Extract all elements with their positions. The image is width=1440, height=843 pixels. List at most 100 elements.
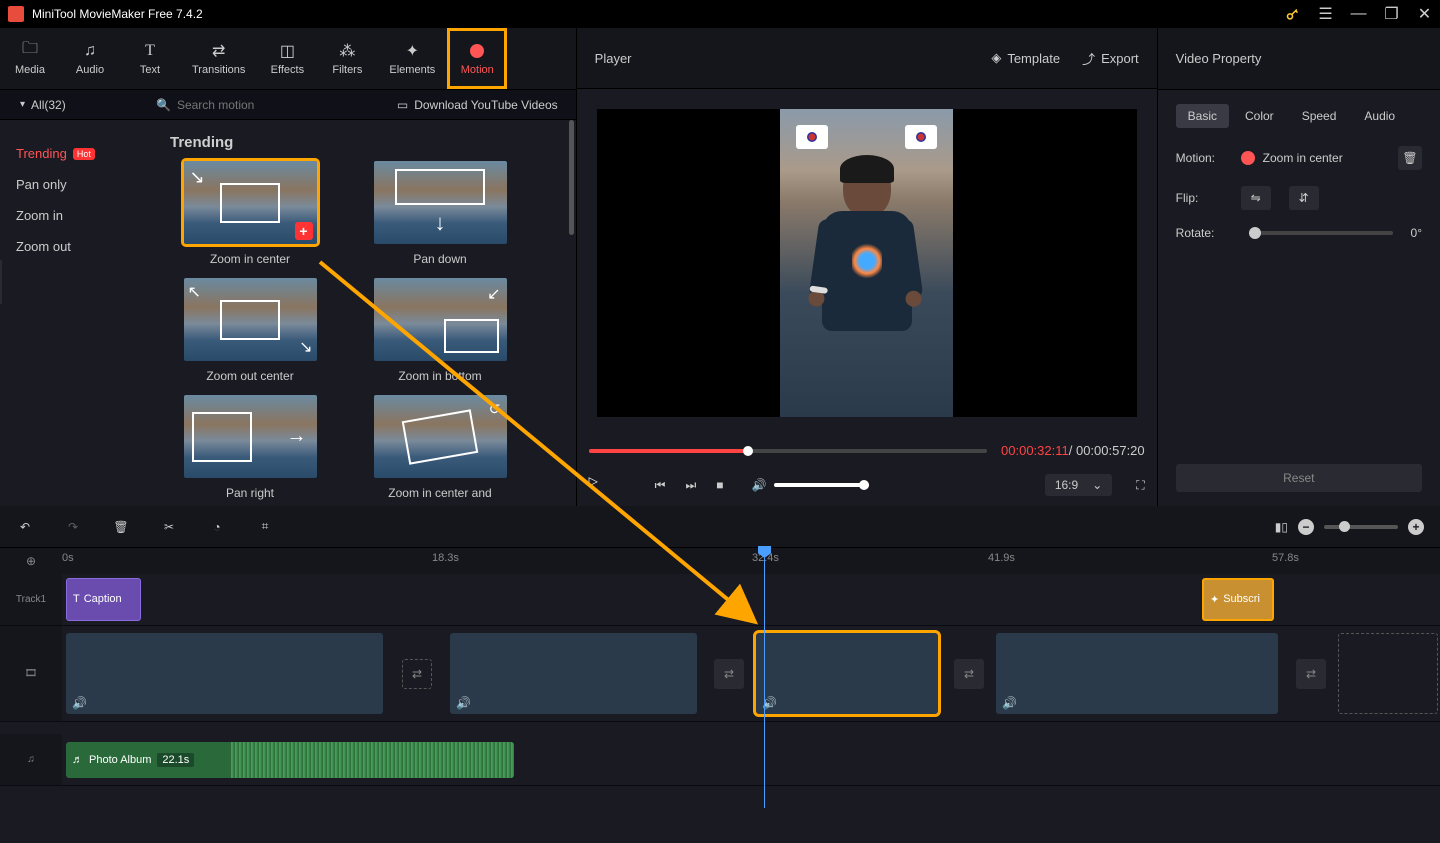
motion-pan-right[interactable]: → Pan right <box>170 395 330 500</box>
player-panel: Player ◈Template ⤴Export <box>577 28 1157 506</box>
tab-audio[interactable]: ♫Audio <box>60 28 120 89</box>
ptab-speed[interactable]: Speed <box>1290 104 1349 128</box>
prev-button[interactable]: ⏮ <box>655 478 666 493</box>
cat-zoom-out[interactable]: Zoom out <box>0 231 146 262</box>
motion-zoom-in-center[interactable]: ↘ Zoom in center <box>170 161 330 266</box>
transition-slot-4[interactable]: ⇄ <box>1296 659 1326 689</box>
delete-button[interactable]: 🗑 <box>112 518 130 536</box>
play-button[interactable]: ▷ <box>589 474 611 496</box>
audio-clip[interactable]: ♬ Photo Album 22.1s <box>66 742 514 778</box>
motion-zoom-in-center-and[interactable]: ↺ Zoom in center and <box>360 395 520 500</box>
delete-motion-button[interactable]: 🗑 <box>1398 146 1422 170</box>
cat-pan-only[interactable]: Pan only <box>0 169 146 200</box>
youtube-icon: ▭ <box>397 98 408 112</box>
motion-presets: Trending ↘ Zoom in center ↓ Pan down ↖↘ … <box>146 120 576 506</box>
crop-button[interactable]: ⌗ <box>256 518 274 536</box>
player-title: Player <box>595 51 632 66</box>
tab-text[interactable]: TText <box>120 28 180 89</box>
speaker-icon: 🔊 <box>1002 696 1017 710</box>
transition-slot-3[interactable]: ⇄ <box>954 659 984 689</box>
audio-track-icon: ♫ <box>27 754 35 765</box>
video-clip-5[interactable] <box>1338 633 1438 714</box>
titlebar: MiniTool MovieMaker Free 7.4.2 ☰ — ❐ ✕ <box>0 0 1440 28</box>
flip-horizontal-button[interactable]: ⇋ <box>1241 186 1271 210</box>
all-count[interactable]: ▾All(32) <box>0 98 146 112</box>
export-button[interactable]: ⤴Export <box>1082 49 1139 68</box>
volume-slider[interactable] <box>774 483 869 487</box>
folder-icon: 🗀 <box>21 42 39 60</box>
ptab-basic[interactable]: Basic <box>1176 104 1229 128</box>
split-button[interactable]: ✂ <box>160 518 178 536</box>
text-icon: T <box>73 593 80 605</box>
motion-dot-icon <box>1241 151 1255 165</box>
collapse-handle[interactable]: › <box>0 260 2 304</box>
tab-media[interactable]: 🗀Media <box>0 28 60 89</box>
flag-left <box>796 125 828 149</box>
video-clip-3[interactable]: 🔊 <box>756 633 938 714</box>
speaker-icon: 🔊 <box>72 696 87 710</box>
motion-categories: TrendingHot Pan only Zoom in Zoom out <box>0 120 146 506</box>
playhead[interactable] <box>764 548 765 808</box>
transition-slot-1[interactable]: ⇄ <box>402 659 432 689</box>
video-clip-1[interactable]: 🔊 <box>66 633 383 714</box>
template-icon: ◈ <box>991 50 1001 66</box>
undo-button[interactable]: ↶ <box>16 518 34 536</box>
tab-filters[interactable]: ⁂Filters <box>317 28 377 89</box>
tab-motion[interactable]: Motion <box>447 28 507 89</box>
volume-icon[interactable]: 🔊 <box>752 478 767 492</box>
template-button[interactable]: ◈Template <box>991 49 1060 68</box>
property-tabs: Basic Color Speed Audio <box>1158 90 1440 138</box>
maximize-button[interactable]: ❐ <box>1384 7 1399 22</box>
next-button[interactable]: ⏭ <box>685 478 696 493</box>
zoom-in-button[interactable]: + <box>1408 519 1424 535</box>
rotate-slider[interactable] <box>1249 231 1393 235</box>
effects-icon: ◫ <box>278 42 296 60</box>
scrollbar[interactable] <box>569 120 574 235</box>
motion-zoom-out-center[interactable]: ↖↘ Zoom out center <box>170 278 330 383</box>
elements-icon: ✦ <box>403 42 421 60</box>
subscribe-clip[interactable]: ✦Subscri <box>1202 578 1274 621</box>
tab-transitions[interactable]: ⇄Transitions <box>180 28 257 89</box>
download-youtube[interactable]: ▭Download YouTube Videos <box>397 98 576 112</box>
cat-zoom-in[interactable]: Zoom in <box>0 200 146 231</box>
transition-slot-2[interactable]: ⇄ <box>714 659 744 689</box>
transitions-icon: ⇄ <box>210 42 228 60</box>
zoom-out-button[interactable]: − <box>1298 519 1314 535</box>
tab-elements[interactable]: ✦Elements <box>377 28 447 89</box>
add-track-button[interactable]: ⊕ <box>0 554 62 568</box>
time-ruler[interactable]: 0s 18.3s 32.4s 41.9s 57.8s <box>62 548 1440 574</box>
track-audio: ♫ ♬ Photo Album 22.1s <box>0 734 1440 786</box>
tab-effects[interactable]: ◫Effects <box>257 28 317 89</box>
scrub-bar[interactable] <box>589 449 987 453</box>
fullscreen-button[interactable]: ⛶ <box>1136 478 1144 493</box>
export-icon: ⤴ <box>1082 49 1095 68</box>
video-clip-2[interactable]: 🔊 <box>450 633 697 714</box>
stop-button[interactable]: ■ <box>716 478 723 493</box>
reset-button[interactable]: Reset <box>1176 464 1422 492</box>
cat-trending[interactable]: TrendingHot <box>0 138 146 169</box>
motion-pan-down[interactable]: ↓ Pan down <box>360 161 520 266</box>
speed-button[interactable]: ◔ <box>208 518 226 536</box>
minimize-button[interactable]: — <box>1351 7 1366 22</box>
aspect-ratio-select[interactable]: 16:9⌄ <box>1045 474 1112 496</box>
menu-icon[interactable]: ☰ <box>1318 7 1333 22</box>
video-clip-4[interactable]: 🔊 <box>996 633 1278 714</box>
flip-vertical-button[interactable]: ⇵ <box>1289 186 1319 210</box>
redo-button[interactable]: ↷ <box>64 518 82 536</box>
motion-zoom-in-bottom[interactable]: ↙ Zoom in bottom <box>360 278 520 383</box>
preview-area <box>577 89 1157 437</box>
motion-label: Motion: <box>1176 151 1231 165</box>
search-input[interactable]: 🔍 <box>146 98 397 112</box>
rotate-value: 0° <box>1411 226 1422 240</box>
time-total: / 00:00:57:20 <box>1069 443 1145 458</box>
ptab-color[interactable]: Color <box>1233 104 1286 128</box>
fit-button[interactable]: ▮▯ <box>1275 520 1288 534</box>
ptab-audio[interactable]: Audio <box>1352 104 1407 128</box>
filters-icon: ⁂ <box>338 42 356 60</box>
rotate-label: Rotate: <box>1176 226 1231 240</box>
property-panel: › Video Property Basic Color Speed Audio… <box>1157 28 1440 506</box>
close-button[interactable]: ✕ <box>1417 7 1432 22</box>
caption-clip[interactable]: TCaption <box>66 578 141 621</box>
zoom-slider[interactable] <box>1324 525 1398 529</box>
key-icon[interactable] <box>1285 7 1300 22</box>
